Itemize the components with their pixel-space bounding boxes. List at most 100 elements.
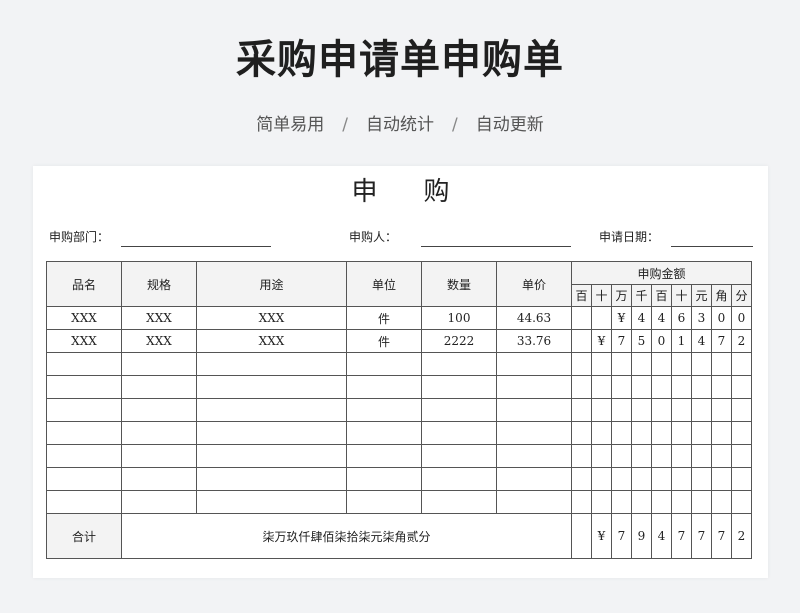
cell-spec[interactable] [121,444,197,468]
cell-digit[interactable] [571,444,592,468]
cell-digit[interactable]: 2 [731,329,752,353]
cell-name[interactable] [46,398,122,422]
cell-qty[interactable] [421,467,497,491]
cell-digit[interactable]: ¥ [611,306,632,330]
cell-name[interactable] [46,444,122,468]
cell-unit[interactable] [346,398,422,422]
cell-spec[interactable] [121,398,197,422]
cell-name[interactable]: XXX [46,306,122,330]
cell-name[interactable] [46,490,122,514]
cell-purpose[interactable] [196,490,347,514]
cell-digit[interactable] [671,467,692,491]
cell-digit[interactable] [611,467,632,491]
cell-digit[interactable] [631,490,652,514]
cell-digit[interactable] [591,421,612,445]
department-input-line[interactable] [121,246,271,247]
cell-digit[interactable] [711,352,732,376]
cell-digit[interactable] [731,421,752,445]
cell-price[interactable] [496,375,572,399]
cell-digit[interactable] [671,444,692,468]
cell-digit[interactable]: 4 [631,306,652,330]
cell-spec[interactable] [121,375,197,399]
cell-price[interactable] [496,490,572,514]
cell-digit[interactable] [571,398,592,422]
cell-digit[interactable] [671,375,692,399]
cell-unit[interactable] [346,444,422,468]
cell-digit[interactable] [731,490,752,514]
cell-digit[interactable] [631,444,652,468]
cell-digit[interactable] [691,490,712,514]
cell-price[interactable] [496,421,572,445]
cell-digit[interactable]: 4 [691,329,712,353]
cell-digit[interactable] [651,421,672,445]
cell-digit[interactable] [731,398,752,422]
cell-purpose[interactable]: XXX [196,306,347,330]
cell-digit[interactable] [631,352,652,376]
cell-price[interactable] [496,398,572,422]
cell-unit[interactable]: 件 [346,329,422,353]
cell-digit[interactable] [591,352,612,376]
cell-digit[interactable] [711,421,732,445]
cell-digit[interactable]: 1 [671,329,692,353]
cell-qty[interactable] [421,398,497,422]
cell-digit[interactable] [631,421,652,445]
cell-digit[interactable] [591,306,612,330]
cell-digit[interactable] [611,421,632,445]
cell-purpose[interactable]: XXX [196,329,347,353]
cell-digit[interactable] [591,467,612,491]
cell-qty[interactable]: 100 [421,306,497,330]
cell-purpose[interactable] [196,444,347,468]
cell-spec[interactable] [121,352,197,376]
cell-purpose[interactable] [196,375,347,399]
cell-digit[interactable] [711,467,732,491]
cell-digit[interactable]: 7 [611,329,632,353]
cell-qty[interactable] [421,352,497,376]
cell-purpose[interactable] [196,421,347,445]
cell-unit[interactable] [346,421,422,445]
cell-digit[interactable] [711,375,732,399]
cell-digit[interactable] [631,398,652,422]
cell-qty[interactable] [421,375,497,399]
cell-qty[interactable] [421,444,497,468]
cell-digit[interactable] [691,375,712,399]
cell-digit[interactable]: 0 [731,306,752,330]
cell-digit[interactable] [571,329,592,353]
cell-spec[interactable] [121,421,197,445]
cell-unit[interactable] [346,490,422,514]
cell-spec[interactable]: XXX [121,306,197,330]
cell-digit[interactable] [731,352,752,376]
cell-digit[interactable] [711,398,732,422]
cell-digit[interactable] [611,398,632,422]
cell-qty[interactable]: 2222 [421,329,497,353]
cell-digit[interactable] [651,490,672,514]
cell-digit[interactable] [731,467,752,491]
cell-digit[interactable]: 4 [651,306,672,330]
cell-digit[interactable] [591,398,612,422]
cell-spec[interactable] [121,467,197,491]
cell-digit[interactable] [651,398,672,422]
cell-digit[interactable] [711,444,732,468]
cell-digit[interactable]: 0 [651,329,672,353]
cell-digit[interactable] [691,467,712,491]
cell-price[interactable]: 33.76 [496,329,572,353]
cell-name[interactable] [46,375,122,399]
cell-unit[interactable] [346,352,422,376]
date-input-line[interactable] [671,246,753,247]
cell-digit[interactable] [671,398,692,422]
cell-digit[interactable] [631,375,652,399]
department-field[interactable]: 申购部门： [49,228,271,247]
date-field[interactable]: 申请日期： [599,228,753,247]
cell-qty[interactable] [421,490,497,514]
cell-digit[interactable] [651,375,672,399]
cell-digit[interactable] [671,352,692,376]
cell-digit[interactable] [571,421,592,445]
cell-digit[interactable] [731,375,752,399]
cell-digit[interactable] [571,306,592,330]
cell-digit[interactable] [571,375,592,399]
cell-price[interactable]: 44.63 [496,306,572,330]
cell-digit[interactable] [731,444,752,468]
cell-purpose[interactable] [196,467,347,491]
cell-digit[interactable] [691,444,712,468]
cell-purpose[interactable] [196,352,347,376]
cell-spec[interactable] [121,490,197,514]
